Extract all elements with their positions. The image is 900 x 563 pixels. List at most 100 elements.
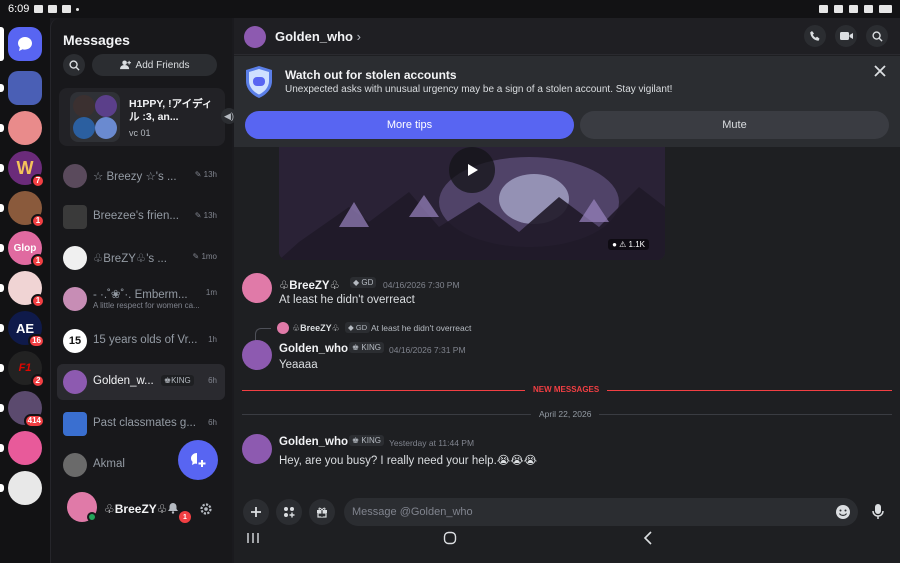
list-item[interactable]: Breezee's frien... ✎ 13h [57,199,225,235]
message-author[interactable]: Golden_who [279,343,348,355]
view-count-value: 1.1K [628,240,645,249]
search-icon [68,59,80,71]
reply-author[interactable]: ♧BreeZY♧ [292,323,340,334]
dm-list-panel: Messages Add Friends H1PPY, !アイディル :3, a… [50,18,237,563]
bell-icon[interactable] [167,502,179,514]
battery-icon [879,5,892,13]
avatar [63,370,87,394]
list-item[interactable]: ♧BreZY♧'s ... ✎ 1mo [57,240,225,276]
search-button[interactable] [63,54,85,76]
more-tips-button[interactable]: More tips [245,111,574,139]
video-call-button[interactable] [835,25,857,47]
server-11[interactable] [8,471,42,505]
member-avatar [73,95,95,117]
new-message-icon [191,453,206,467]
search-button[interactable] [866,25,888,47]
dm-name: - ·.˚❀˚·. Emberm... [93,289,188,301]
unread-indicator [0,324,4,332]
message-text: At least he didn't overreact [279,294,415,306]
list-item[interactable]: Past classmates g... 6h [57,406,225,442]
recent-apps-button[interactable] [241,526,265,550]
dm-preview: A little respect for women ca... [93,301,200,310]
message-author[interactable]: ♧BreeZY♧ [279,278,340,292]
message-text: Yeaaaa [279,359,318,371]
add-friends-label: Add Friends [135,59,190,71]
reply-avatar [277,322,289,334]
view-count: ● ⚠ 1.1K [608,239,649,250]
new-messages-label: NEW MESSAGES [525,385,608,394]
list-item-active[interactable]: Golden_w... ♚KING 6h [57,364,225,400]
list-item[interactable]: - ·.˚❀˚·. Emberm... A little respect for… [57,281,225,317]
group-dm-voice[interactable]: H1PPY, !アイディル :3, an... vc 01 ◀) [59,88,237,146]
message-author[interactable]: Golden_who [279,436,348,448]
mute-icon [834,5,843,13]
more-dot-icon [76,7,80,11]
video-camera-icon [839,32,853,40]
video-embed[interactable]: ● ⚠ 1.1K [279,147,665,260]
dm-time: 1h [208,335,217,344]
message-time: Yesterday at 11:44 PM [389,438,475,448]
group-avatar [70,92,120,142]
unread-indicator [0,284,4,292]
king-tag: ♚ KING [349,435,384,446]
play-button[interactable] [449,147,495,193]
message-time: 04/16/2026 7:31 PM [389,345,466,355]
lock-icon [819,5,828,13]
message-time: 04/16/2026 7:30 PM [383,280,460,290]
dm-time-value: 13h [203,211,217,220]
home-button[interactable] [438,526,462,550]
badge: 2 [31,374,45,388]
server-rail: W7 1 Glop 1 1 AE 16 F1 2 414 [0,18,50,563]
server-glop[interactable]: Glop 1 [8,231,45,268]
server-4[interactable]: 1 [8,191,45,228]
dm-time: ✎ 13h [194,211,217,220]
system-nav-bar [0,514,900,563]
avatar [63,164,87,188]
call-button[interactable] [804,25,826,47]
message-text: Hey, are you busy? I really need your he… [279,455,538,467]
king-tag-label: KING [361,436,381,445]
phone-icon [810,31,820,41]
server-ae[interactable]: AE 16 [8,311,45,348]
unread-indicator [0,364,4,372]
direct-messages-button[interactable] [8,27,42,61]
server-9[interactable]: 414 [8,391,45,428]
reply-gd-tag: ◆ GD [345,322,371,333]
avatar[interactable] [244,26,266,48]
server-1[interactable] [8,71,42,105]
add-friends-button[interactable]: Add Friends [92,54,217,76]
group-name: H1PPY, !アイディル :3, an... [129,98,213,123]
server-6[interactable]: 1 [8,271,45,308]
chat-title[interactable]: Golden_who › [275,29,361,44]
avatar[interactable] [242,434,272,464]
mute-button[interactable]: Mute [580,111,889,139]
list-item[interactable]: 15 15 years olds of Vr... 1h [57,323,225,359]
status-bar: 6:09 [0,0,900,18]
back-button[interactable] [636,526,660,550]
dm-time: ✎ 13h [194,170,217,179]
server-f1[interactable]: F1 2 [8,351,45,388]
dm-name: Breezee's frien... [93,210,179,222]
member-avatar [95,95,117,117]
date-label: April 22, 2026 [531,409,600,419]
new-message-button[interactable] [178,440,218,480]
unread-indicator [0,84,4,92]
rail-selected-indicator [0,27,4,61]
server-w[interactable]: W7 [8,151,45,188]
server-10[interactable] [8,431,42,465]
shield-icon [246,66,272,98]
status-time: 6:09 [8,3,30,15]
wifi-icon [849,5,858,13]
dm-time: 6h [208,418,217,427]
discord-notif-icon [62,5,72,13]
avatar[interactable] [242,340,272,370]
server-2[interactable] [8,111,42,145]
gd-tag: ◆ GD [350,277,377,288]
avatar[interactable] [242,273,272,303]
list-item[interactable]: ☆ Breezy ☆'s ... ✎ 13h [57,158,225,194]
member-avatar [73,117,95,139]
avatar [63,246,87,270]
page-title: Messages [63,32,130,48]
close-icon[interactable] [872,63,888,79]
reply-preview[interactable]: At least he didn't overreact [371,323,471,333]
